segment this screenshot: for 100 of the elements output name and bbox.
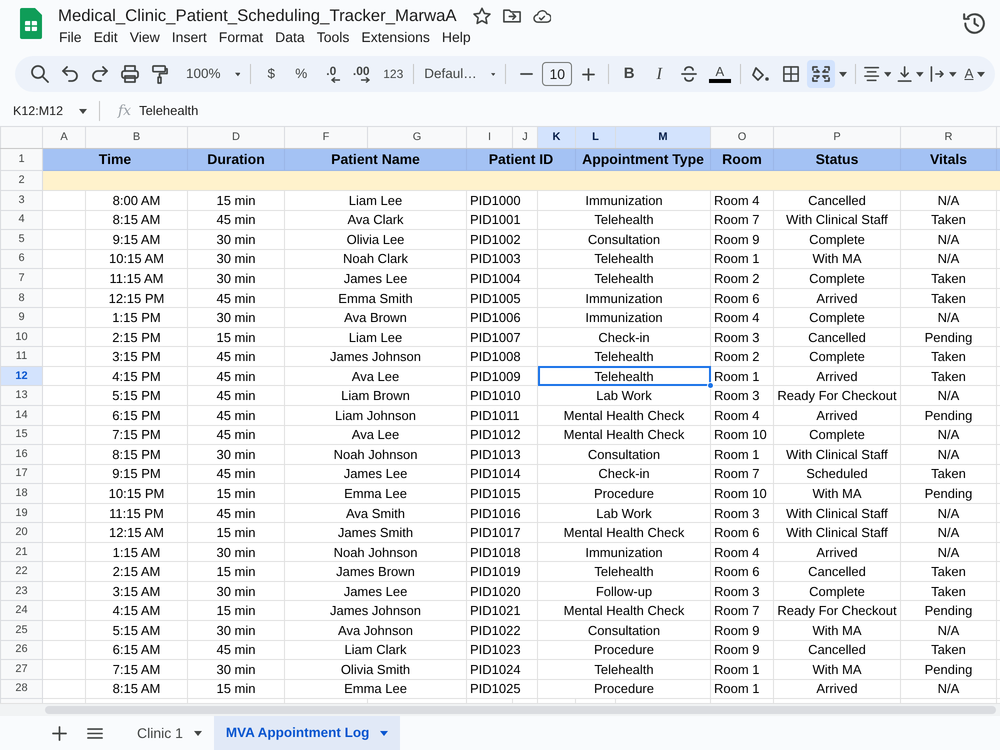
text-color-button[interactable]: A: [705, 60, 734, 88]
column-header[interactable]: D: [188, 126, 284, 148]
merge-cells-button[interactable]: [807, 60, 836, 88]
font-size-field[interactable]: 10: [542, 62, 572, 86]
table-cell: 11:15 AM: [86, 268, 188, 288]
currency-button[interactable]: $: [257, 60, 286, 88]
column-header[interactable]: M: [616, 126, 710, 148]
column-header[interactable]: K: [538, 126, 576, 148]
row-number[interactable]: 15: [0, 425, 42, 445]
table-cell: 45 min: [188, 406, 284, 426]
row-number[interactable]: 25: [0, 620, 42, 640]
menu-item[interactable]: Data: [274, 27, 306, 47]
table-cell: Consultation: [538, 230, 710, 250]
column-header[interactable]: A: [42, 126, 86, 148]
table-cell: 7:15 AM: [86, 660, 188, 680]
column-title: Vitals: [900, 148, 996, 170]
table-cell: Complete: [774, 308, 900, 328]
row-number[interactable]: 16: [0, 444, 42, 464]
row-number[interactable]: 26: [0, 640, 42, 660]
sheet-tab[interactable]: MVA Appointment Log: [214, 716, 400, 750]
row-number[interactable]: 12: [0, 366, 42, 386]
row-number[interactable]: 2: [0, 170, 42, 190]
row-number[interactable]: 22: [0, 562, 42, 582]
row-number[interactable]: 7: [0, 268, 42, 288]
table-cell: PID1001: [466, 210, 538, 230]
row-number[interactable]: 17: [0, 464, 42, 484]
column-header[interactable]: R: [900, 126, 996, 148]
row-number[interactable]: 6: [0, 249, 42, 269]
table-cell: 7:15 PM: [86, 425, 188, 445]
menu-item[interactable]: View: [128, 27, 161, 47]
folder-arrow-icon[interactable]: [502, 7, 521, 25]
fill-handle[interactable]: [707, 382, 714, 390]
row-number[interactable]: 13: [0, 386, 42, 406]
column-header[interactable]: G: [368, 126, 466, 148]
table-cell: James Brown: [284, 562, 466, 582]
row-number[interactable]: 1: [0, 148, 42, 170]
menu-item[interactable]: Format: [218, 27, 264, 47]
table-cell: PID1023: [466, 640, 538, 660]
table-cell: James Johnson: [284, 346, 466, 366]
table-cell: Mental Health Check: [538, 406, 710, 426]
menu-item[interactable]: Extensions: [360, 27, 431, 47]
increase-decimal-button[interactable]: .00: [347, 60, 376, 88]
horizontal-scrollbar[interactable]: [0, 703, 1000, 716]
column-header[interactable]: L: [576, 126, 616, 148]
row-number[interactable]: 11: [0, 346, 42, 366]
table-cell: Telehealth: [538, 562, 710, 582]
table-cell: Mental Health Check: [538, 600, 710, 621]
table-cell: Liam Johnson: [284, 406, 466, 426]
table-cell: 45 min: [188, 640, 284, 660]
row-number[interactable]: 28: [0, 679, 42, 699]
row-number[interactable]: 5: [0, 230, 42, 250]
menu-item[interactable]: Insert: [170, 27, 208, 47]
table-cell: N/A: [900, 542, 996, 562]
number-format-button[interactable]: 123: [379, 60, 408, 88]
row-number[interactable]: 8: [0, 288, 42, 308]
row-number[interactable]: 10: [0, 327, 42, 347]
row-number[interactable]: 19: [0, 503, 42, 523]
menu-item[interactable]: File: [58, 27, 83, 47]
row-number[interactable]: 21: [0, 542, 42, 562]
table-cell: 9:15 AM: [86, 230, 188, 250]
row-number[interactable]: 23: [0, 581, 42, 601]
column-header[interactable]: F: [284, 126, 368, 148]
column-header[interactable]: I: [466, 126, 512, 148]
row-number[interactable]: 20: [0, 522, 42, 542]
row-number[interactable]: 4: [0, 210, 42, 230]
column-header[interactable]: J: [512, 126, 538, 148]
table-cell: 8:15 AM: [86, 679, 188, 699]
table-cell: PID1006: [466, 308, 538, 328]
menu-item[interactable]: Tools: [316, 27, 350, 47]
table-cell: Room 9: [710, 640, 774, 660]
history-icon[interactable]: [963, 13, 985, 34]
table-cell: N/A: [900, 503, 996, 523]
menu-item[interactable]: Help: [440, 27, 472, 47]
column-header[interactable]: P: [774, 126, 900, 148]
star-icon[interactable]: [472, 7, 491, 25]
row-number[interactable]: 24: [0, 600, 42, 621]
table-cell: James Smith: [284, 522, 466, 542]
row-number[interactable]: 18: [0, 484, 42, 504]
row-number[interactable]: 27: [0, 660, 42, 680]
bold-button[interactable]: B: [615, 60, 644, 88]
column-header[interactable]: O: [710, 126, 774, 148]
name-box[interactable]: K12:M12: [13, 102, 95, 120]
row-number[interactable]: 14: [0, 406, 42, 426]
table-cell: Room 6: [710, 562, 774, 582]
sheet-tab[interactable]: Clinic 1: [125, 716, 214, 750]
table-cell: James Lee: [284, 464, 466, 484]
decrease-decimal-button[interactable]: .0: [317, 60, 346, 88]
font-dropdown[interactable]: Defaul…: [420, 60, 500, 88]
italic-button[interactable]: I: [645, 60, 674, 88]
percent-button[interactable]: %: [287, 60, 316, 88]
text-rotation-button[interactable]: A: [960, 60, 989, 88]
zoom-dropdown[interactable]: 100%: [182, 60, 244, 88]
cloud-check-icon[interactable]: [532, 7, 551, 25]
row-number[interactable]: 3: [0, 190, 42, 210]
formula-field[interactable]: Telehealth: [139, 101, 198, 121]
table-cell: Liam Clark: [284, 640, 466, 660]
document-title[interactable]: Medical_Clinic_Patient_Scheduling_Tracker_MarwaA: [58, 5, 457, 27]
column-header[interactable]: B: [86, 126, 188, 148]
menu-item[interactable]: Edit: [92, 27, 119, 47]
row-number[interactable]: 9: [0, 308, 42, 328]
